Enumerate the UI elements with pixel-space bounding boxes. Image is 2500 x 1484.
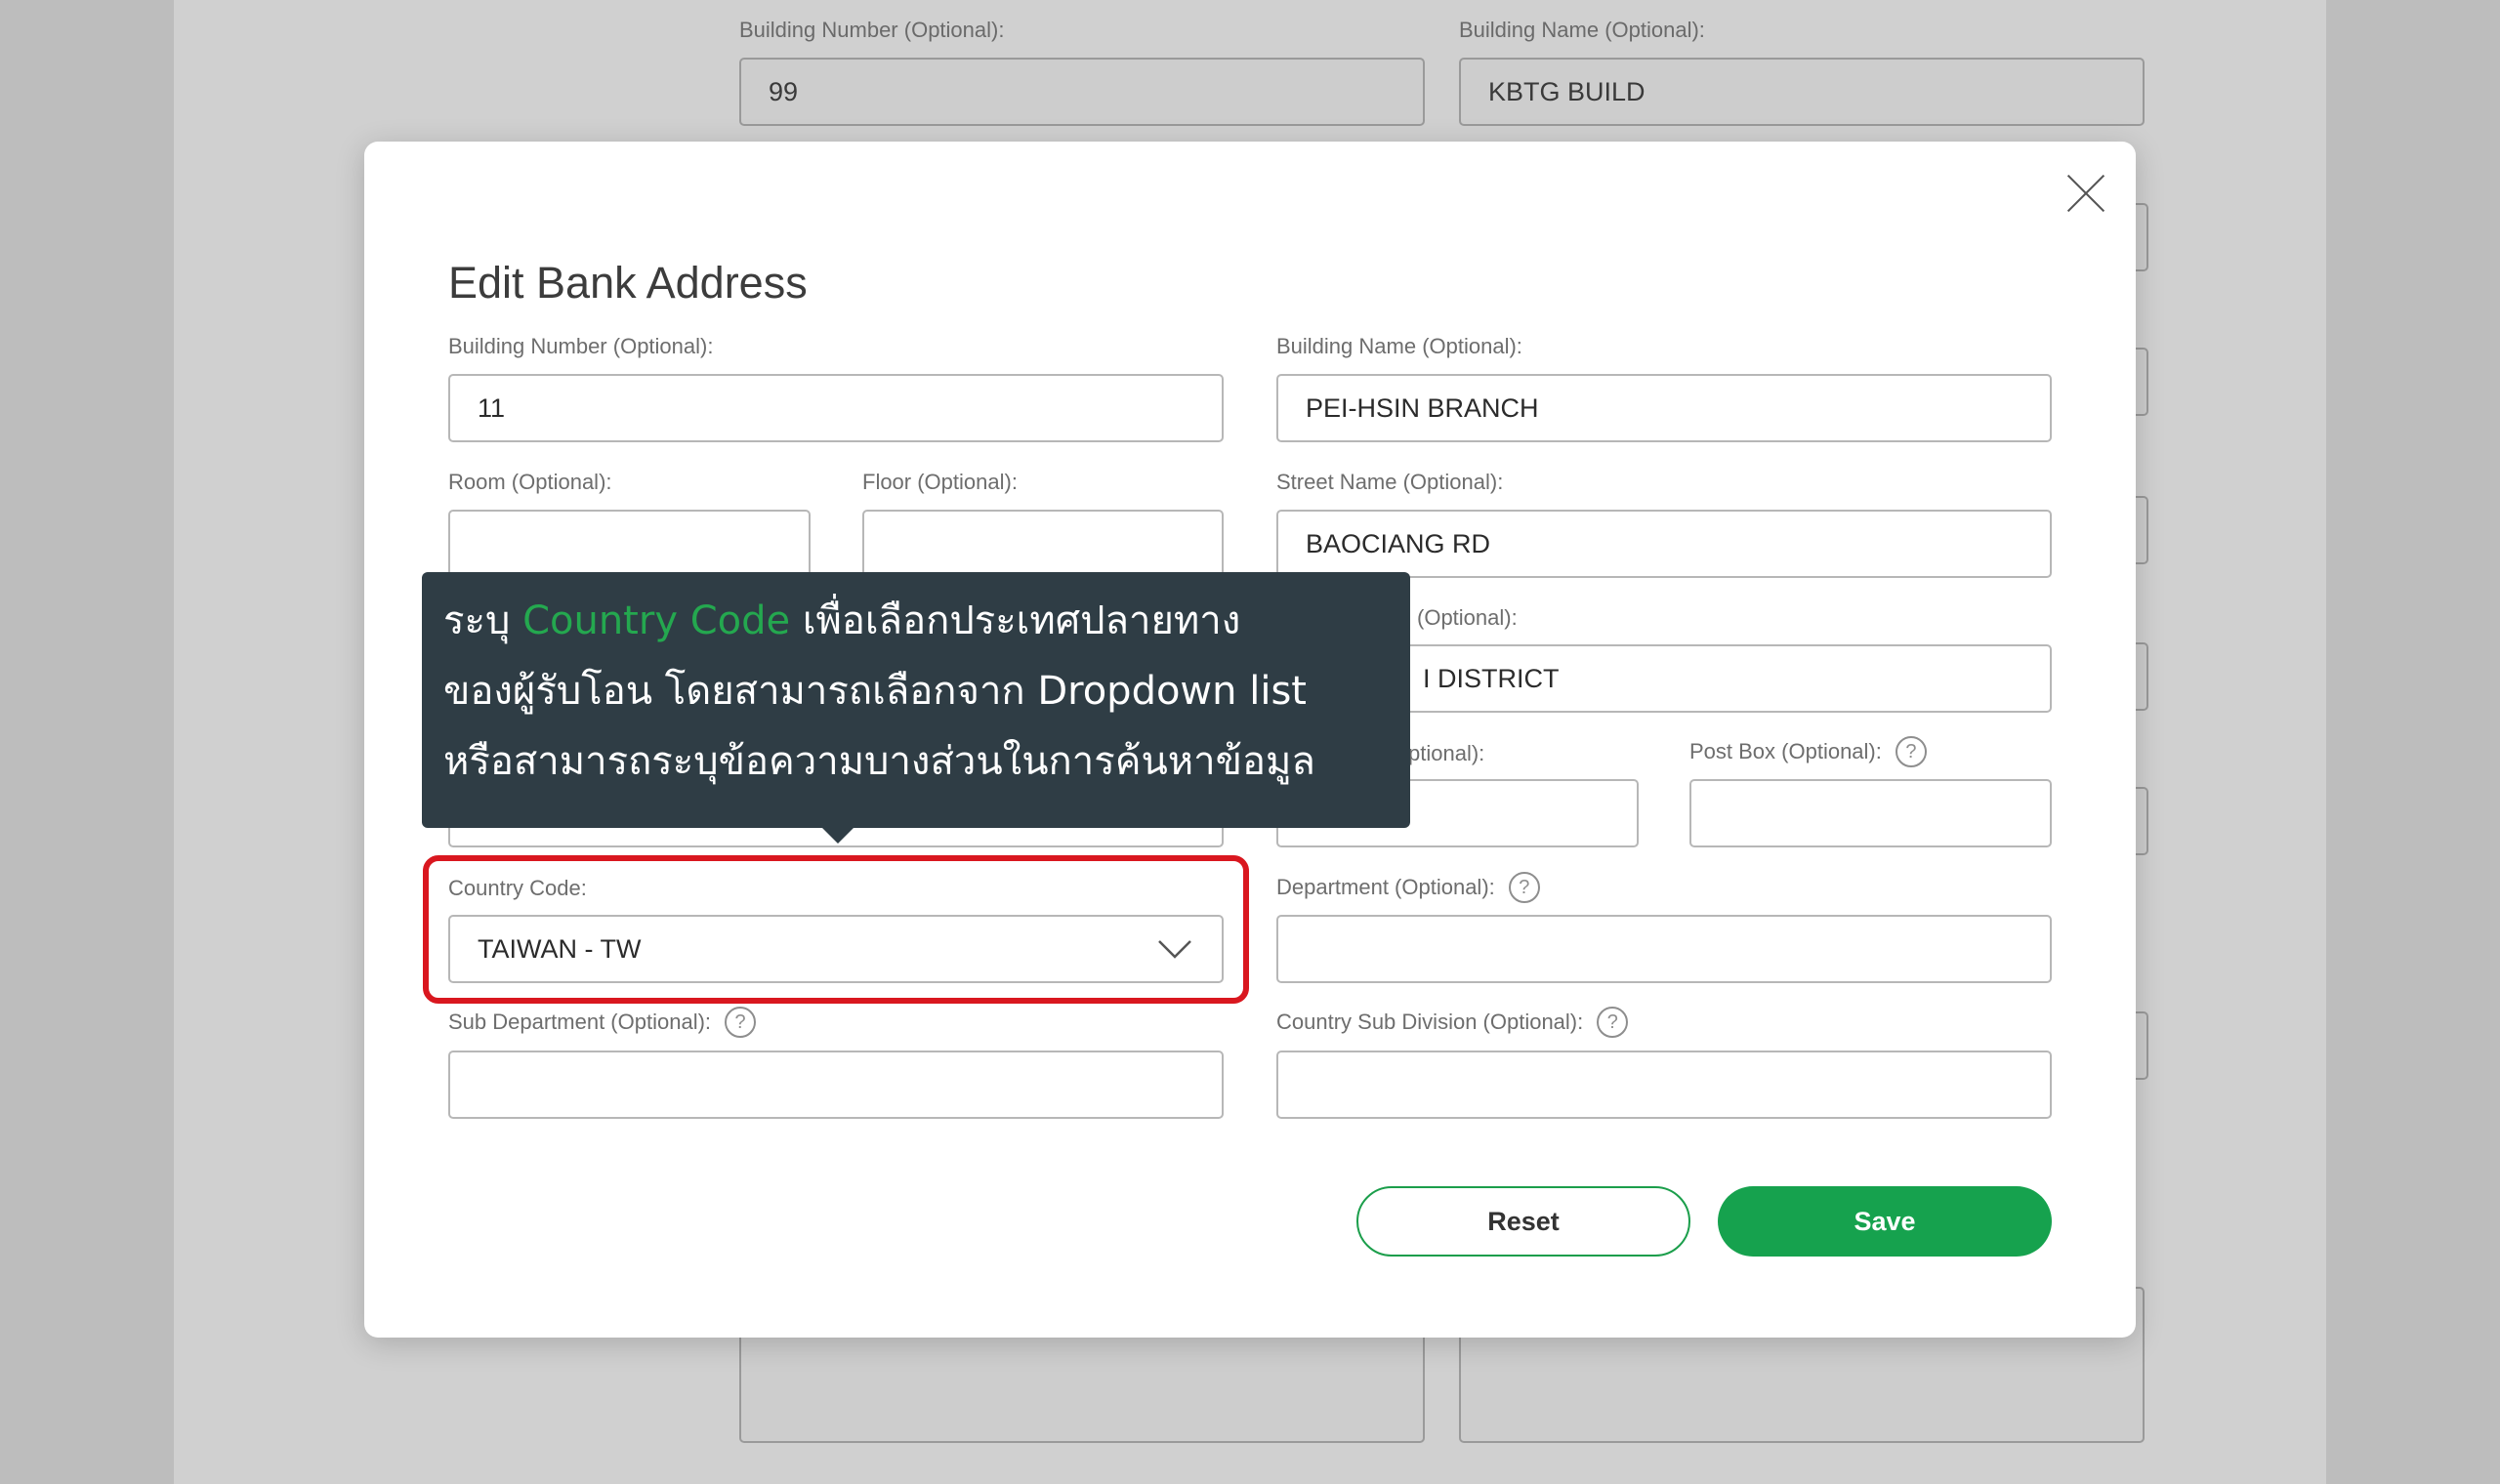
floor-input[interactable]	[862, 510, 1224, 578]
country-sub-division-label-text: Country Sub Division (Optional):	[1276, 1010, 1584, 1034]
save-button[interactable]: Save	[1718, 1186, 2052, 1257]
country-sub-division-label: Country Sub Division (Optional): ?	[1276, 1007, 1629, 1038]
tooltip-line-1: ระบุ Country Code เพื่อเลือกประเทศปลายทา…	[443, 598, 1241, 643]
building-name-input[interactable]: PEI-HSIN BRANCH	[1276, 374, 2052, 442]
post-box-input[interactable]	[1689, 779, 2052, 847]
street-name-label: Street Name (Optional):	[1276, 470, 1504, 494]
modal-title: Edit Bank Address	[448, 258, 808, 308]
sub-department-label: Sub Department (Optional): ?	[448, 1007, 757, 1038]
tooltip-highlight: Country Code	[522, 598, 791, 643]
bg-building-name-input: KBTG BUILD	[1459, 58, 2145, 126]
tooltip-pointer	[820, 826, 855, 844]
building-number-input[interactable]: 11	[448, 374, 1224, 442]
tooltip-line-3: หรือสามารถระบุข้อความบางส่วนในการค้นหาข้…	[443, 739, 1315, 784]
bg-building-name-label: Building Name (Optional):	[1459, 18, 1705, 42]
postcode-label: ptional):	[1408, 741, 1485, 765]
close-icon[interactable]	[2064, 172, 2107, 215]
department-label-text: Department (Optional):	[1276, 875, 1495, 899]
help-circle-icon[interactable]: ?	[725, 1007, 757, 1038]
floor-label: Floor (Optional):	[862, 470, 1018, 494]
post-box-label: Post Box (Optional): ?	[1689, 736, 1927, 767]
help-circle-icon[interactable]: ?	[1597, 1007, 1629, 1038]
bg-building-number-label: Building Number (Optional):	[739, 18, 1005, 42]
department-input[interactable]	[1276, 915, 2052, 983]
instruction-tooltip: ระบุ Country Code เพื่อเลือกประเทศปลายทา…	[422, 572, 1410, 828]
country-code-highlight	[423, 855, 1249, 1004]
sub-department-input[interactable]	[448, 1051, 1224, 1119]
department-label: Department (Optional): ?	[1276, 872, 1540, 903]
bg-building-number-input: 99	[739, 58, 1425, 126]
sub-department-label-text: Sub Department (Optional):	[448, 1010, 712, 1034]
room-input[interactable]	[448, 510, 811, 578]
help-circle-icon[interactable]: ?	[1895, 736, 1927, 767]
country-sub-division-input[interactable]	[1276, 1051, 2052, 1119]
post-box-label-text: Post Box (Optional):	[1689, 739, 1882, 763]
room-label: Room (Optional):	[448, 470, 612, 494]
building-name-label: Building Name (Optional):	[1276, 334, 1522, 358]
reset-button[interactable]: Reset	[1356, 1186, 1690, 1257]
help-circle-icon[interactable]: ?	[1508, 872, 1540, 903]
tooltip-line-2: ของผู้รับโอน โดยสามารถเลือกจาก Dropdown …	[443, 669, 1307, 714]
street-name-input[interactable]: BAOCIANG RD	[1276, 510, 2052, 578]
building-number-label: Building Number (Optional):	[448, 334, 714, 358]
town-location-label: (Optional):	[1417, 605, 1518, 630]
